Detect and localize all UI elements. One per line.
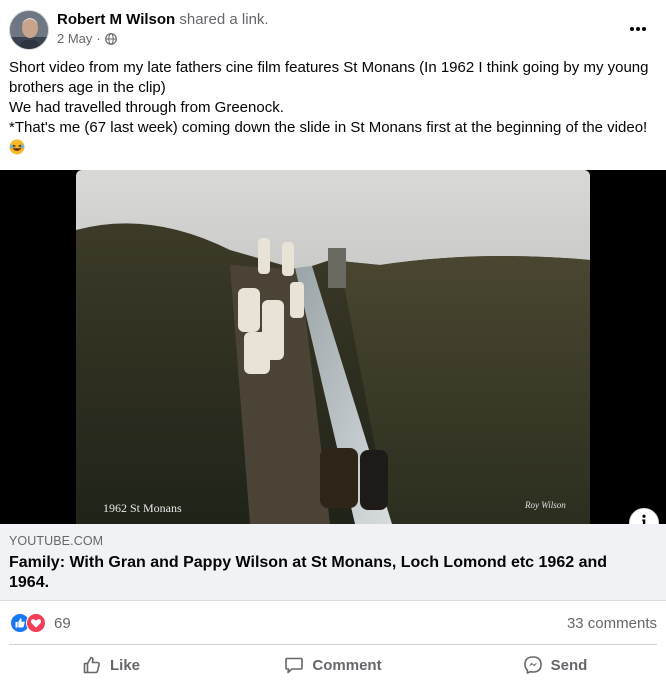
love-reaction-icon [26,613,46,633]
comments-count[interactable]: 33 comments [567,615,657,633]
author-name[interactable]: Robert M Wilson [57,11,175,28]
post-date[interactable]: 2 May [57,31,92,47]
more-horizontal-icon [629,19,647,37]
video-caption-date: 1962 St Monans [103,501,182,515]
post-text-line: We had travelled through from Greenock. [9,99,284,116]
post-text: Short video from my late fathers cine fi… [9,58,659,158]
messenger-icon [523,655,543,675]
author-avatar[interactable] [9,10,49,50]
link-preview-card[interactable]: YOUTUBE.COM Family: With Gran and Pappy … [0,524,666,601]
link-domain: YOUTUBE.COM [9,534,104,548]
like-button[interactable]: Like [0,646,222,684]
send-label: Send [550,656,588,674]
divider [9,644,657,645]
author-line: Robert M Wilson shared a link. [57,11,269,29]
post-text-line: *That's me (67 last week) coming down th… [9,119,648,136]
video-thumbnail: 1962 St Monans Roy Wilson [0,170,666,524]
reactions-summary: 69 33 comments [0,601,666,644]
post-meta: 2 May · [57,31,117,47]
link-title[interactable]: Family: With Gran and Pappy Wilson at St… [9,553,649,593]
video-caption-credit: Roy Wilson [524,500,566,510]
globe-icon[interactable] [104,33,117,45]
comment-icon [284,655,304,675]
more-options-button[interactable] [620,12,656,44]
like-label: Like [109,656,140,674]
reaction-icons[interactable] [10,613,46,633]
post-text-line: Short video from my late fathers cine fi… [9,59,649,96]
comment-button[interactable]: Comment [222,646,444,684]
post-actions: Like Comment Send [0,646,666,684]
meta-separator: · [96,31,101,46]
thumbs-up-icon [82,655,102,675]
send-button[interactable]: Send [444,646,666,684]
share-action-text: shared a link. [179,11,269,28]
reaction-count[interactable]: 69 [54,615,71,633]
post-header: Robert M Wilson shared a link. 2 May · [0,0,666,58]
comment-label: Comment [312,656,382,674]
video-player[interactable]: 1962 St Monans Roy Wilson [0,170,666,524]
laughing-emoji-icon [9,139,25,155]
